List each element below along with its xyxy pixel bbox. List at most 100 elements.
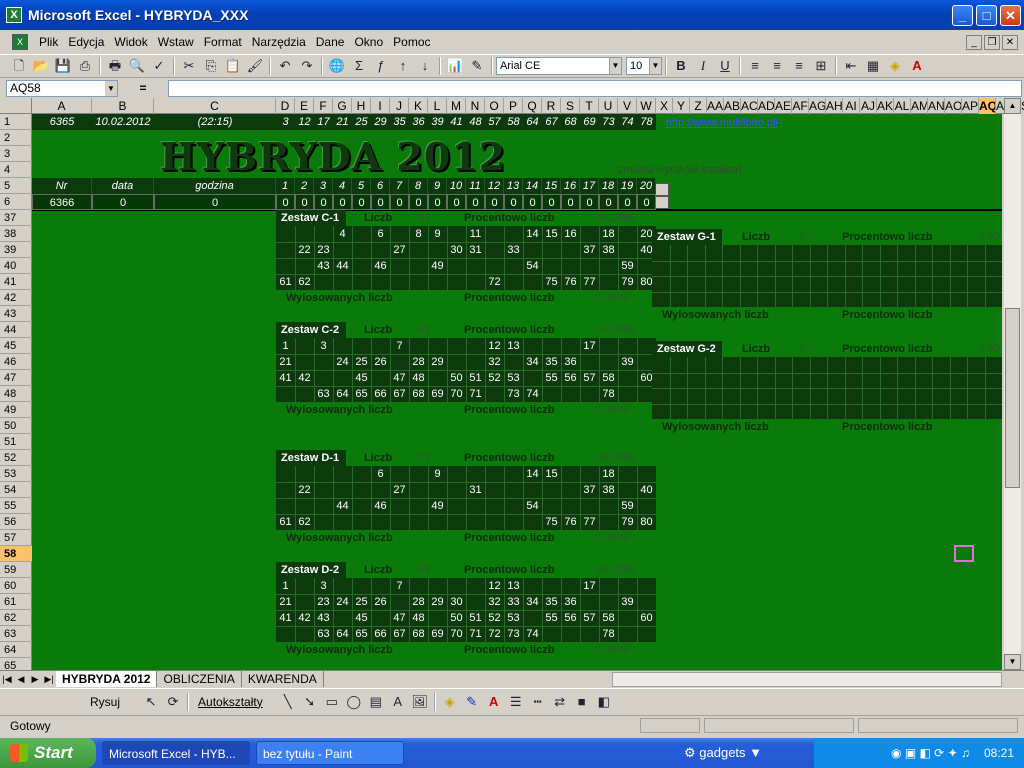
close-button[interactable]: ✕ <box>1000 4 1021 26</box>
column-header[interactable]: O <box>485 98 504 114</box>
column-header[interactable]: AM <box>911 98 928 114</box>
fill-color-icon[interactable]: ◈ <box>884 55 906 77</box>
column-header[interactable]: L <box>428 98 447 114</box>
row-header[interactable]: 52 <box>0 450 32 466</box>
menu-edycja[interactable]: Edycja <box>63 32 109 52</box>
textbox-icon[interactable]: ▤ <box>365 691 387 713</box>
column-header[interactable]: AQ <box>979 98 996 114</box>
align-left-icon[interactable]: ≡ <box>744 55 766 77</box>
start-button[interactable]: Start <box>0 738 96 768</box>
borders-icon[interactable]: ▦ <box>862 55 884 77</box>
column-header[interactable]: AN <box>928 98 945 114</box>
scroll-down-button[interactable]: ▼ <box>1004 654 1021 670</box>
doc-close-button[interactable]: ✕ <box>1002 34 1018 50</box>
column-header[interactable]: V <box>618 98 637 114</box>
font-color-icon[interactable]: A <box>906 55 928 77</box>
paste-icon[interactable]: 📋 <box>222 55 244 77</box>
column-header[interactable]: AH <box>826 98 843 114</box>
rotate-icon[interactable]: ⟳ <box>162 691 184 713</box>
task-excel[interactable]: Microsoft Excel - HYB... <box>102 741 250 765</box>
next-sheet-icon[interactable]: ▶ <box>28 672 42 686</box>
autosum-icon[interactable]: Σ <box>348 55 370 77</box>
row-header[interactable]: 37 <box>0 210 32 226</box>
menu-widok[interactable]: Widok <box>109 32 152 52</box>
chevron-down-icon[interactable]: ▼ <box>609 58 621 74</box>
row-header[interactable]: 5 <box>0 178 32 194</box>
autoshapes-button[interactable]: Autokształty <box>198 695 263 709</box>
row-header[interactable]: 48 <box>0 386 32 402</box>
column-header[interactable]: Q <box>523 98 542 114</box>
copy-icon[interactable]: ⎘ <box>200 55 222 77</box>
line-icon[interactable]: ╲ <box>277 691 299 713</box>
column-header[interactable]: H <box>352 98 371 114</box>
column-header[interactable]: J <box>390 98 409 114</box>
column-header[interactable]: AF <box>792 98 809 114</box>
align-center-icon[interactable]: ≡ <box>766 55 788 77</box>
row-header[interactable]: 43 <box>0 306 32 322</box>
row-header[interactable]: 46 <box>0 354 32 370</box>
menu-wstaw[interactable]: Wstaw <box>153 32 199 52</box>
column-header[interactable]: E <box>295 98 314 114</box>
column-header[interactable]: AI <box>843 98 860 114</box>
row-header[interactable]: 49 <box>0 402 32 418</box>
line-color-icon[interactable]: ✎ <box>461 691 483 713</box>
font-name-select[interactable]: Arial CE ▼ <box>496 57 622 75</box>
column-header[interactable]: AA <box>707 98 724 114</box>
row-header[interactable]: 39 <box>0 242 32 258</box>
column-header[interactable]: F <box>314 98 333 114</box>
column-header[interactable]: X <box>656 98 673 114</box>
column-header[interactable]: W <box>637 98 656 114</box>
row-header[interactable]: 47 <box>0 370 32 386</box>
column-header[interactable]: Y <box>673 98 690 114</box>
row-header[interactable]: 53 <box>0 466 32 482</box>
chevron-down-icon[interactable]: ▼ <box>749 745 762 760</box>
row-header[interactable]: 41 <box>0 274 32 290</box>
column-header[interactable]: U <box>599 98 618 114</box>
row-header[interactable]: 57 <box>0 530 32 546</box>
column-header[interactable]: M <box>447 98 466 114</box>
new-icon[interactable]: 🗋 <box>8 55 30 77</box>
column-header[interactable]: R <box>542 98 561 114</box>
decrease-indent-icon[interactable]: ⇤ <box>840 55 862 77</box>
open-icon[interactable]: 📂 <box>30 55 52 77</box>
maximize-button[interactable]: □ <box>976 4 997 26</box>
task-paint[interactable]: bez tytułu - Paint <box>256 741 404 765</box>
row-header[interactable]: 3 <box>0 146 32 162</box>
drawing-icon[interactable]: ✎ <box>466 55 488 77</box>
row-header[interactable]: 42 <box>0 290 32 306</box>
row-header[interactable]: 6 <box>0 194 32 210</box>
column-header[interactable]: AJ <box>860 98 877 114</box>
column-header[interactable]: AG <box>809 98 826 114</box>
chart-wizard-icon[interactable]: 📊 <box>444 55 466 77</box>
row-header[interactable]: 56 <box>0 514 32 530</box>
clipart-icon[interactable]: 🖼 <box>409 691 431 713</box>
draw-menu-button[interactable]: Rysuj <box>90 695 120 709</box>
tab-hybryda-2012[interactable]: HYBRYDA 2012 <box>56 671 158 687</box>
doc-restore-button[interactable]: ❐ <box>984 34 1000 50</box>
font-size-select[interactable]: 10 ▼ <box>626 57 662 75</box>
italic-icon[interactable]: I <box>692 55 714 77</box>
align-right-icon[interactable]: ≡ <box>788 55 810 77</box>
column-header[interactable]: AE <box>775 98 792 114</box>
row-header[interactable]: 58 <box>0 546 32 562</box>
name-box[interactable]: AQ58 ▼ <box>6 79 118 97</box>
function-icon[interactable]: ƒ <box>370 55 392 77</box>
menu-okno[interactable]: Okno <box>349 32 388 52</box>
row-header[interactable]: 4 <box>0 162 32 178</box>
equals-icon[interactable]: = <box>118 81 168 95</box>
arrow-icon[interactable]: ➘ <box>299 691 321 713</box>
column-header[interactable]: T <box>580 98 599 114</box>
column-header[interactable]: Z <box>690 98 707 114</box>
scroll-up-button[interactable]: ▲ <box>1004 98 1021 114</box>
row-header[interactable]: 38 <box>0 226 32 242</box>
row-header[interactable]: 61 <box>0 594 32 610</box>
menu-plik[interactable]: Plik <box>34 32 63 52</box>
column-header[interactable]: AK <box>877 98 894 114</box>
column-header[interactable]: D <box>276 98 295 114</box>
menu-format[interactable]: Format <box>199 32 247 52</box>
redo-icon[interactable]: ↷ <box>296 55 318 77</box>
select-all-corner[interactable] <box>0 98 32 114</box>
row-header[interactable]: 2 <box>0 130 32 146</box>
vertical-scrollbar[interactable]: ▲ ▼ <box>1004 98 1021 670</box>
tray-icons[interactable]: ◉ ▣ ◧ ⟳ ✦ ♫ <box>891 746 970 760</box>
